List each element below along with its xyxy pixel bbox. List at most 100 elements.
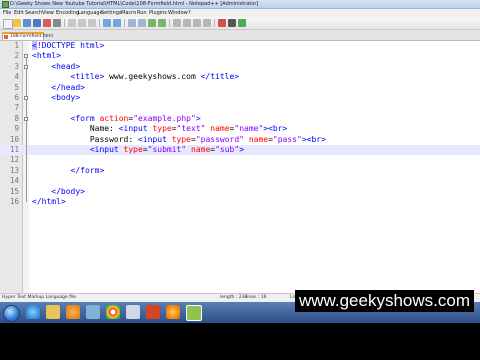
code-line[interactable]: 14 [0, 176, 480, 186]
menu-edit[interactable]: Edit [14, 9, 24, 17]
code-line[interactable]: 9 Name: <input type="text" name="name"><b… [0, 124, 480, 134]
cut-icon[interactable] [68, 19, 76, 27]
token-val: "example.php" [133, 113, 196, 123]
code-line[interactable]: 12 [0, 155, 480, 165]
paste-icon[interactable] [88, 19, 96, 27]
code-line[interactable]: 3 <head> [0, 62, 480, 72]
undo-icon[interactable] [103, 19, 111, 27]
token-attr: type [171, 134, 191, 144]
menu-window[interactable]: Window [168, 9, 188, 17]
token-tag: <br> [268, 124, 288, 134]
notepadpp-taskbar-icon[interactable] [186, 305, 202, 321]
code-text: </form> [71, 166, 105, 176]
ie-icon[interactable] [26, 305, 40, 319]
file-modified-icon [4, 35, 8, 39]
menu-help[interactable]: ? [188, 9, 191, 17]
menu-file[interactable]: File [3, 9, 11, 17]
code-text: <input type="submit" name="sub"> [90, 145, 244, 155]
code-line[interactable]: 13 </form> [0, 166, 480, 176]
line-number: 12 [9, 155, 19, 165]
line-number: 11 [9, 145, 19, 154]
close-icon[interactable] [43, 19, 51, 27]
toolbar-separator [99, 19, 100, 27]
code-line[interactable]: 11 <input type="submit" name="sub"> [0, 145, 480, 156]
toolbar-separator [124, 19, 125, 27]
save-all-icon[interactable] [33, 19, 41, 27]
show-all-chars-icon[interactable] [193, 19, 201, 27]
fold-guide [26, 120, 27, 171]
menu-macro[interactable]: Macro [121, 9, 136, 17]
code-text: <head> [51, 62, 80, 72]
line-number: 10 [9, 134, 19, 144]
firefox-icon[interactable] [166, 305, 180, 319]
code-text: Password: <input type="password" name="p… [90, 135, 326, 145]
code-line[interactable]: 7 [0, 103, 480, 113]
stop-macro-icon[interactable] [228, 19, 236, 27]
powerpoint-icon[interactable] [146, 305, 160, 319]
app-window-icon[interactable] [86, 305, 100, 319]
zoom-out-icon[interactable] [158, 19, 166, 27]
copy-icon[interactable] [78, 19, 86, 27]
token-val: "password" [195, 134, 244, 144]
line-number: 8 [14, 113, 19, 123]
record-macro-icon[interactable] [218, 19, 226, 27]
menu-language[interactable]: Language [78, 9, 103, 17]
new-file-icon[interactable] [3, 19, 13, 29]
sync-scroll-icon[interactable] [173, 19, 181, 27]
code-line[interactable]: 16 </html> [0, 197, 480, 207]
menu-search[interactable]: Search [25, 9, 42, 17]
code-editor[interactable]: 1 <!DOCTYPE html> 2 <html> 3 <head> 4 <title> w… [0, 41, 480, 293]
token-val: "pass" [272, 134, 302, 144]
fold-guide [26, 68, 27, 88]
word-wrap-icon[interactable] [183, 19, 191, 27]
find-icon[interactable] [128, 19, 136, 27]
code-line[interactable]: 10 Password: <input type="password" name=… [0, 135, 480, 145]
menu-bar: File Edit Search View Encoding Language … [0, 9, 480, 17]
toolbar-separator [64, 19, 65, 27]
token-val: "submit" [147, 145, 187, 154]
line-number: 5 [14, 82, 19, 92]
start-orb-icon[interactable] [3, 305, 20, 322]
indent-guide-icon[interactable] [203, 19, 211, 27]
tab-file[interactable]: 108-Formfield.html [2, 32, 53, 40]
replace-icon[interactable] [138, 19, 146, 27]
code-line[interactable]: 15 </body> [0, 187, 480, 197]
print-icon[interactable] [53, 19, 61, 27]
tab-bar: 108-Formfield.html [0, 30, 480, 41]
document-icon[interactable] [126, 305, 140, 319]
code-line[interactable]: 8 <form action="example.php"> [0, 114, 480, 124]
title-bar: D:\Geeky Shows New Youtube Tutorial\HTML… [0, 0, 480, 9]
line-number: 2 [14, 51, 19, 61]
menu-run[interactable]: Run [137, 9, 147, 17]
token-tag: <input [89, 145, 124, 154]
status-length: length : 238 [220, 295, 248, 300]
code-line[interactable]: 2 <html> [0, 51, 480, 61]
token-tag: <body> [51, 93, 81, 102]
token-attr: name [210, 124, 230, 134]
toolbar [0, 17, 480, 30]
save-icon[interactable] [23, 19, 31, 27]
token-tag: > [239, 145, 245, 154]
explorer-icon[interactable] [46, 305, 60, 319]
menu-plugins[interactable]: Plugins [149, 9, 167, 17]
token-val: "sub" [215, 145, 240, 154]
token-tag: <form [70, 113, 100, 123]
open-file-icon[interactable] [13, 19, 21, 27]
code-line[interactable]: 6 <body> [0, 93, 480, 103]
code-text: </body> [51, 187, 85, 197]
menu-encoding[interactable]: Encoding [56, 9, 79, 17]
play-macro-icon[interactable] [238, 19, 246, 27]
zoom-in-icon[interactable] [148, 19, 156, 27]
window-title: D:\Geeky Shows New Youtube Tutorial\HTML… [10, 1, 259, 7]
chrome-icon[interactable] [106, 305, 120, 319]
menu-settings[interactable]: Settings [101, 9, 122, 17]
media-player-icon[interactable] [66, 305, 80, 319]
token-tag: </form> [70, 165, 105, 175]
code-line[interactable]: 4 <title> www.geekyshows.com </title> [0, 72, 480, 82]
code-line[interactable]: 5 </head> [0, 83, 480, 93]
code-line[interactable]: 1 <!DOCTYPE html> [0, 41, 480, 51]
menu-view[interactable]: View [42, 9, 54, 17]
code-text: </html> [32, 197, 66, 207]
redo-icon[interactable] [113, 19, 121, 27]
token-val: "text" [176, 124, 206, 134]
